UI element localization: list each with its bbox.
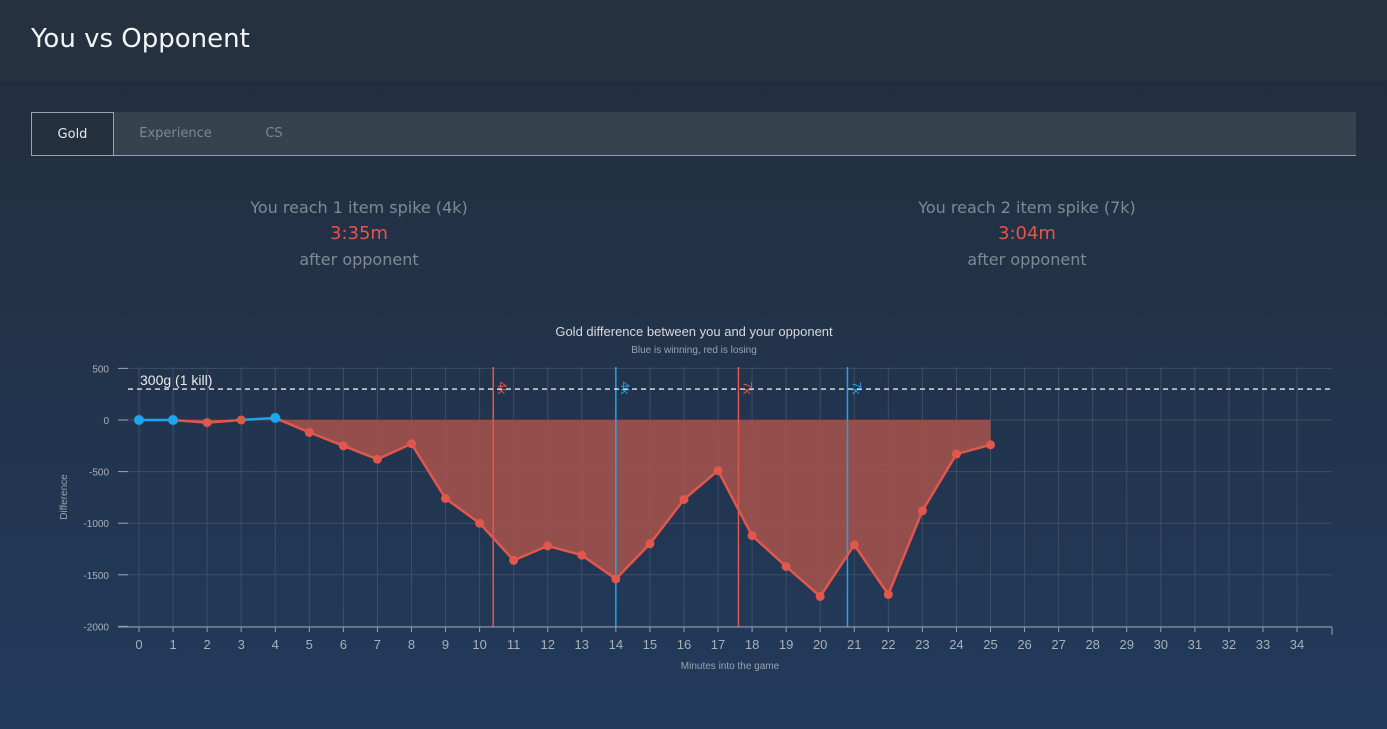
x-tick-label: 10 bbox=[472, 637, 486, 652]
y-tick-label: -1500 bbox=[83, 571, 109, 582]
data-point bbox=[372, 454, 382, 464]
x-tick-label: 9 bbox=[442, 637, 449, 652]
x-tick-label: 28 bbox=[1085, 637, 1099, 652]
data-point bbox=[679, 494, 689, 504]
y-axis-label: Difference bbox=[59, 474, 70, 520]
y-tick-label: -500 bbox=[89, 468, 109, 479]
x-tick-label: 7 bbox=[374, 637, 381, 652]
x-tick-label: 2 bbox=[204, 637, 211, 652]
x-tick-label: 24 bbox=[949, 637, 963, 652]
y-tick-label: -2000 bbox=[83, 622, 109, 633]
data-point bbox=[577, 550, 587, 560]
x-tick-label: 22 bbox=[881, 637, 895, 652]
x-tick-label: 11 bbox=[507, 637, 521, 652]
x-tick-label: 30 bbox=[1154, 637, 1168, 652]
x-tick-label: 34 bbox=[1290, 637, 1304, 652]
losing-area bbox=[139, 420, 991, 597]
x-tick-label: 26 bbox=[1017, 637, 1031, 652]
data-point bbox=[986, 440, 995, 450]
x-tick-label: 8 bbox=[408, 637, 415, 652]
x-tick-label: 14 bbox=[609, 637, 623, 652]
data-point bbox=[202, 418, 212, 428]
x-tick-label: 27 bbox=[1051, 637, 1065, 652]
x-tick-label: 20 bbox=[813, 637, 827, 652]
x-tick-label: 33 bbox=[1256, 637, 1270, 652]
y-tick-label: -1000 bbox=[83, 519, 109, 530]
data-point bbox=[951, 449, 961, 459]
x-tick-label: 29 bbox=[1120, 637, 1134, 652]
data-point bbox=[304, 427, 314, 437]
x-tick-label: 0 bbox=[135, 637, 142, 652]
data-point bbox=[815, 591, 825, 601]
data-point bbox=[338, 441, 348, 451]
data-point bbox=[475, 518, 485, 528]
data-point bbox=[406, 439, 416, 449]
data-point bbox=[747, 531, 757, 541]
chart-subtitle: Blue is winning, red is losing bbox=[631, 345, 757, 356]
y-tick-label: 0 bbox=[103, 416, 109, 427]
x-tick-label: 18 bbox=[745, 637, 759, 652]
data-point bbox=[781, 562, 791, 572]
data-point bbox=[270, 412, 281, 423]
data-point bbox=[543, 541, 553, 551]
data-point bbox=[509, 555, 519, 565]
data-point bbox=[441, 493, 451, 503]
data-point bbox=[713, 466, 723, 476]
x-tick-label: 4 bbox=[272, 637, 279, 652]
x-tick-label: 25 bbox=[983, 637, 997, 652]
data-point bbox=[645, 539, 655, 549]
data-point bbox=[134, 415, 144, 425]
x-tick-label: 31 bbox=[1188, 637, 1202, 652]
x-axis-label: Minutes into the game bbox=[681, 661, 780, 672]
data-point bbox=[611, 574, 621, 584]
x-tick-label: 16 bbox=[677, 637, 691, 652]
x-tick-label: 5 bbox=[306, 637, 313, 652]
y-tick-label: 500 bbox=[92, 364, 109, 375]
gold-difference-chart: Gold difference between you and your opp… bbox=[59, 324, 1333, 672]
x-tick-label: 21 bbox=[847, 637, 861, 652]
data-point bbox=[849, 540, 859, 550]
x-tick-label: 17 bbox=[711, 637, 725, 652]
x-tick-label: 6 bbox=[340, 637, 347, 652]
x-tick-label: 13 bbox=[575, 637, 589, 652]
data-point bbox=[917, 506, 927, 516]
x-tick-label: 1 bbox=[169, 637, 176, 652]
x-tick-label: 15 bbox=[643, 637, 657, 652]
reference-line-label: 300g (1 kill) bbox=[140, 372, 212, 388]
x-tick-label: 12 bbox=[540, 637, 554, 652]
x-tick-label: 32 bbox=[1222, 637, 1236, 652]
data-point bbox=[883, 589, 893, 599]
x-tick-label: 3 bbox=[238, 637, 245, 652]
data-point bbox=[168, 415, 179, 425]
x-tick-label: 19 bbox=[779, 637, 793, 652]
data-point bbox=[236, 415, 246, 425]
chart-title: Gold difference between you and your opp… bbox=[555, 324, 833, 339]
x-tick-label: 23 bbox=[915, 637, 929, 652]
